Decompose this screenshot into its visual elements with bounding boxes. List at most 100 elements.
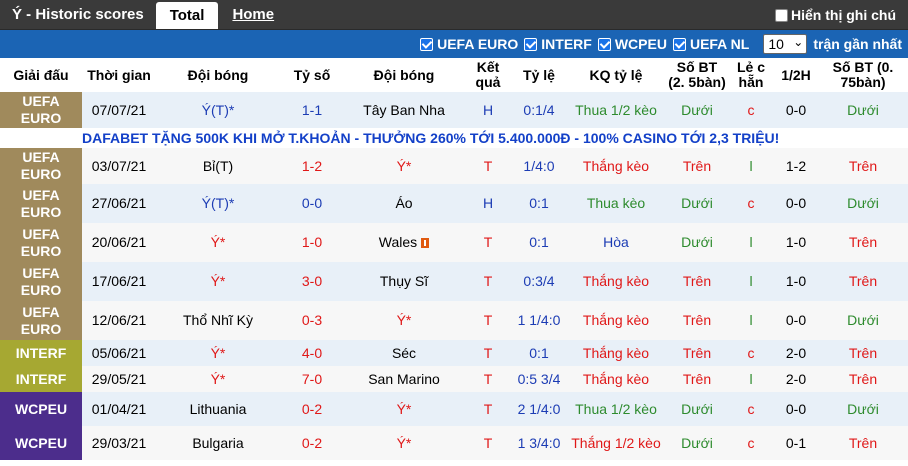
odd-even-cell: c (747, 434, 755, 451)
goals-25-cell: Dưới (681, 434, 713, 451)
goals-25-cell: Dưới (681, 101, 713, 118)
goals-25-cell: Trên (682, 273, 712, 289)
half-score-cell: 1-0 (785, 234, 807, 250)
away-team-cell: Wales (344, 223, 464, 262)
away-team-cell: San Marino (368, 370, 440, 387)
table-row[interactable]: WCPEU 29/03/21 Bulgaria 0-2 Ý* T 1 3/4:0 Thắng … (0, 426, 908, 460)
away-team-cell: Thụy Sĩ (379, 273, 429, 289)
league-cell: UEFA EURO (0, 301, 82, 340)
tab-total[interactable]: Total (155, 2, 219, 29)
table-row[interactable]: INTERF 05/06/21 Ý* 4-0 Séc T 0:1 Thắng kèo Trên c… (0, 340, 908, 366)
promo-banner-link[interactable]: DAFABET TẶNG 500K KHI MỞ T.KHOẢN - THƯỞN… (0, 128, 908, 148)
header-odds: Tỷ lệ (512, 58, 566, 92)
date-cell: 29/03/21 (91, 434, 147, 451)
home-team-cell: Ý(T)* (201, 101, 235, 118)
odds-cell: 2 1/4:0 (517, 400, 561, 417)
half-score-cell: 0-0 (785, 195, 807, 211)
goals-075-cell: Dưới (847, 195, 879, 211)
away-team-cell: Ý* (396, 434, 412, 451)
league-cell: WCPEU (0, 392, 82, 426)
result-cell: T (483, 157, 493, 174)
header-league: Giải đấu (0, 58, 82, 92)
filter-interf[interactable]: INTERF (524, 36, 592, 52)
goals-075-cell: Trên (848, 344, 878, 361)
date-cell: 07/07/21 (91, 101, 147, 118)
odds-cell: 0:1/4 (523, 101, 555, 118)
odds-cell: 1 3/4:0 (517, 434, 561, 451)
league-cell: WCPEU (0, 426, 82, 460)
show-notes-toggle[interactable]: Hiển thị ghi chú (775, 0, 896, 30)
odds-result-cell: Thua kèo (586, 195, 646, 211)
score-cell: 1-0 (301, 234, 323, 250)
half-score-cell: 0-1 (785, 434, 807, 451)
checkbox-checked-icon[interactable] (420, 37, 434, 51)
goals-075-cell: Trên (848, 434, 878, 451)
score-cell: 0-2 (301, 400, 323, 417)
header-goals-25: Số BT (2. 5bàn) (666, 58, 728, 92)
header-result: Kết quả (464, 58, 512, 92)
filter-wcpeu[interactable]: WCPEU (597, 36, 667, 52)
header-goals-075: Số BT (0. 75bàn) (818, 58, 908, 92)
table-row[interactable]: UEFA EURO 07/07/21 Ý(T)* 1-1 Tây Ban Nha H 0:1… (0, 92, 908, 128)
odd-even-cell: c (747, 101, 755, 118)
away-team-cell: Ý* (396, 400, 412, 417)
date-cell: 29/05/21 (91, 370, 147, 387)
date-cell: 17/06/21 (91, 273, 147, 289)
away-team-cell: Tây Ban Nha (363, 101, 445, 118)
odds-result-cell: Thua 1/2 kèo (575, 101, 657, 118)
away-team-cell: Séc (391, 344, 417, 361)
home-team-cell: Lithuania (189, 400, 247, 417)
odds-result-cell: Thắng kèo (582, 273, 650, 289)
away-team-cell: Áo (395, 195, 413, 211)
goals-075-cell: Dưới (847, 101, 879, 118)
filter-bar: UEFA EURO INTERF WCPEU UEFA NL 10 ⌄ trận … (0, 30, 908, 58)
tab-home[interactable]: Home (218, 0, 288, 29)
scores-table: Giải đấu Thời gian Đội bóng Tỷ số Đội bó… (0, 58, 908, 460)
filter-uefa-nl[interactable]: UEFA NL (672, 36, 749, 52)
away-team-cell: Ý* (396, 157, 412, 174)
league-cell: INTERF (0, 366, 82, 392)
date-cell: 03/07/21 (91, 157, 147, 174)
table-row[interactable]: INTERF 29/05/21 Ý* 7-0 San Marino T 0:5 3/4 Thắ… (0, 366, 908, 392)
show-notes-checkbox[interactable] (775, 8, 788, 22)
checkbox-checked-icon[interactable] (524, 37, 538, 51)
home-team-cell: Ý* (210, 273, 226, 289)
goals-075-cell: Trên (848, 273, 878, 289)
home-team-cell: Bỉ(T) (202, 157, 234, 174)
table-row[interactable]: UEFA EURO 27/06/21 Ý(T)* 0-0 Áo H 0:1 Thua kèo D… (0, 184, 908, 223)
result-cell: H (482, 101, 494, 118)
table-row[interactable]: WCPEU 01/04/21 Lithuania 0-2 Ý* T 2 1/4:0 Thua … (0, 392, 908, 426)
odd-even-cell: c (747, 344, 755, 361)
result-cell: T (483, 400, 493, 417)
table-row[interactable]: UEFA EURO 12/06/21 Thổ Nhĩ Kỳ 0-3 Ý* T 1 1/4:0… (0, 301, 908, 340)
match-count-select[interactable]: 10 ⌄ (763, 34, 808, 54)
goals-25-cell: Dưới (681, 234, 713, 250)
odd-even-cell: l (749, 234, 753, 250)
odds-cell: 0:3/4 (523, 273, 555, 289)
away-team-cell: Ý* (396, 312, 412, 328)
score-cell: 4-0 (301, 344, 323, 361)
date-cell: 01/04/21 (91, 400, 147, 417)
half-score-cell: 0-0 (785, 101, 807, 118)
goals-075-cell: Dưới (847, 400, 879, 417)
table-row[interactable]: UEFA EURO 20/06/21 Ý* 1-0 Wales T 0:1 Hòa Dưới l 1… (0, 223, 908, 262)
score-cell: 7-0 (301, 370, 323, 387)
odd-even-cell: l (749, 273, 753, 289)
header-odds-result: KQ tỷ lệ (566, 58, 666, 92)
odds-result-cell: Hòa (603, 234, 629, 250)
date-cell: 27/06/21 (91, 195, 147, 211)
goals-25-cell: Dưới (681, 400, 713, 417)
goals-25-cell: Trên (682, 344, 712, 361)
odds-cell: 1 1/4:0 (517, 312, 561, 328)
promo-banner-row[interactable]: DAFABET TẶNG 500K KHI MỞ T.KHOẢN - THƯỞN… (0, 128, 908, 148)
team-name: Wales (378, 234, 418, 250)
half-score-cell: 0-0 (785, 400, 807, 417)
checkbox-checked-icon[interactable] (672, 37, 686, 51)
checkbox-checked-icon[interactable] (597, 37, 611, 51)
result-cell: T (483, 434, 493, 451)
table-row[interactable]: UEFA EURO 17/06/21 Ý* 3-0 Thụy Sĩ T 0:3/4 Thắng… (0, 262, 908, 301)
filter-uefa-euro[interactable]: UEFA EURO (420, 36, 518, 52)
header-home-team: Đội bóng (156, 58, 280, 92)
table-row[interactable]: UEFA EURO 03/07/21 Bỉ(T) 1-2 Ý* T 1/4:0 Thắng k… (0, 148, 908, 184)
goals-075-cell: Trên (848, 234, 878, 250)
